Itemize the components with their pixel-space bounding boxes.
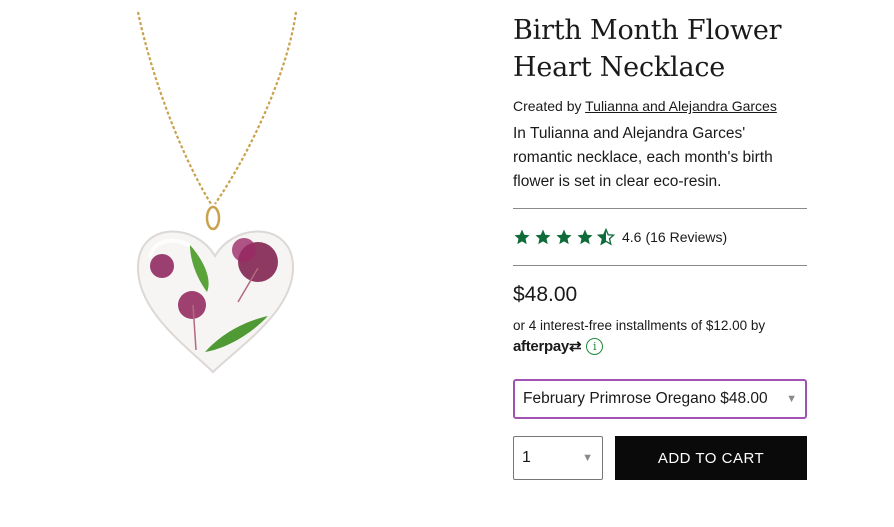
created-by-label: Created by (513, 98, 582, 114)
divider (513, 265, 807, 266)
afterpay-row: afterpay⇄ i (513, 337, 807, 355)
add-to-cart-button[interactable]: ADD TO CART (615, 436, 807, 480)
cart-row: 1 ▼ ADD TO CART (513, 436, 807, 480)
variant-select[interactable]: February Primrose Oregano $48.00 ▼ (513, 379, 807, 419)
afterpay-arrows-icon: ⇄ (568, 338, 582, 355)
afterpay-wordmark: afterpay (513, 338, 569, 355)
chevron-down-icon: ▼ (582, 452, 593, 464)
rating-row[interactable]: 4.6 (16 Reviews) (513, 209, 807, 265)
star-full-icon (514, 229, 530, 245)
info-icon[interactable]: i (586, 337, 604, 355)
necklace-illustration (136, 11, 298, 374)
installments-text: or 4 interest-free installments of $12.0… (513, 318, 766, 333)
rating-summary[interactable]: 4.6 (16 Reviews) (622, 229, 731, 245)
product-details: Birth Month Flower Heart Necklace Create… (513, 12, 807, 480)
star-full-icon (577, 229, 593, 245)
variant-selected-value: February Primrose Oregano $48.00 (523, 390, 768, 407)
rating-value: 4.6 (622, 229, 642, 245)
star-rating (513, 228, 615, 246)
star-full-icon (556, 229, 572, 245)
creator-line: Created by Tulianna and Alejandra Garces (513, 97, 807, 115)
creator-link[interactable]: Tulianna and Alejandra Garces (585, 98, 777, 114)
product-image[interactable] (0, 0, 440, 527)
product-description: In Tulianna and Alejandra Garces' romant… (513, 125, 773, 190)
product-title: Birth Month Flower Heart Necklace (513, 15, 782, 83)
star-half-icon (597, 228, 615, 246)
quantity-select[interactable]: 1 ▼ (513, 436, 603, 480)
star-full-icon (535, 229, 551, 245)
price: $48.00 (513, 283, 578, 306)
chevron-down-icon: ▼ (786, 393, 797, 405)
afterpay-logo: afterpay⇄ (513, 337, 582, 355)
review-count: (16 Reviews) (645, 229, 728, 245)
quantity-value: 1 (522, 449, 531, 466)
